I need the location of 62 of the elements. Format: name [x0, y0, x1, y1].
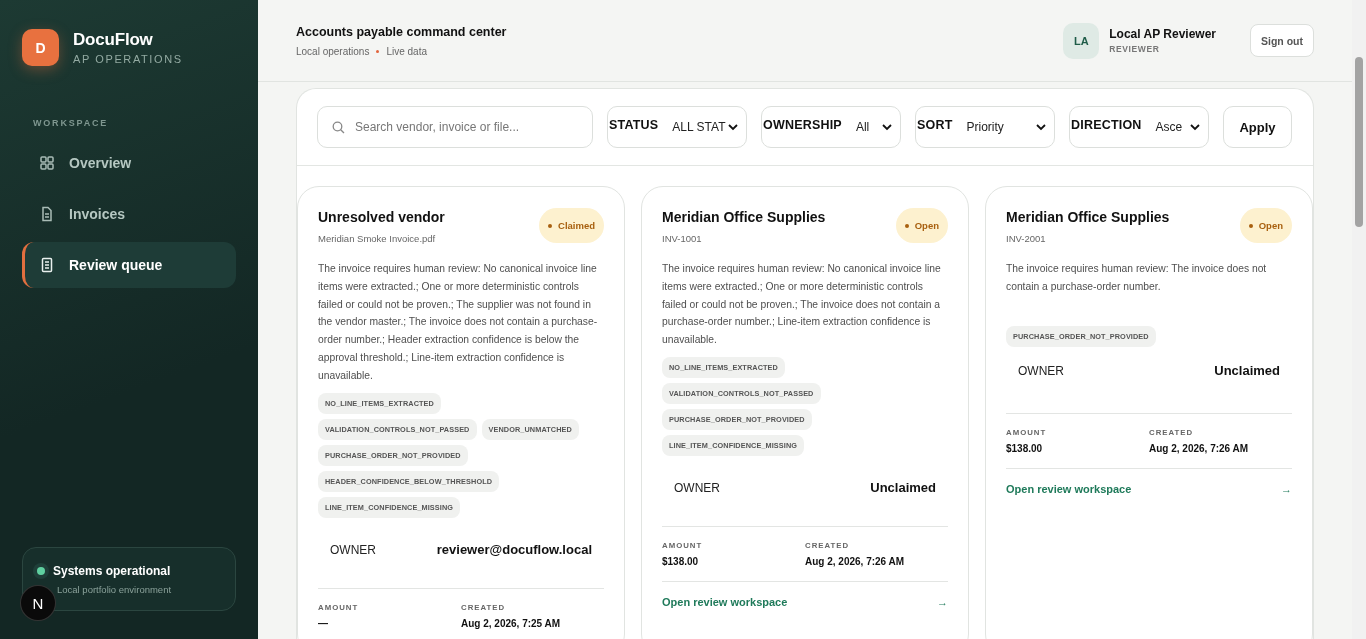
- card-description: The invoice requires human review: The invoice does not contain a purchase-order number.: [1006, 262, 1268, 294]
- chevron-down-icon: [1190, 123, 1200, 131]
- filter-select[interactable]: STATUS ALL STAT: [607, 106, 747, 148]
- filter-select[interactable]: OWNERSHIP All: [761, 106, 901, 148]
- chevron-down-icon: [1036, 123, 1046, 131]
- amount-value: —: [318, 617, 329, 629]
- scrollbar-thumb[interactable]: [1355, 57, 1363, 227]
- card-title: Unresolved vendor: [318, 209, 445, 225]
- sidebar-item[interactable]: Overview: [22, 140, 236, 186]
- owner-label: OWNER: [330, 542, 376, 557]
- document-icon: [39, 206, 55, 222]
- filter-select[interactable]: DIRECTION Asce: [1069, 106, 1209, 148]
- status-dot: [37, 567, 45, 575]
- amount-value: $138.00: [1006, 442, 1044, 454]
- apply-button[interactable]: Apply: [1223, 106, 1292, 148]
- section-label: WORKSPACE: [33, 118, 110, 128]
- user-name: Local AP Reviewer: [1109, 27, 1216, 41]
- search-icon: [332, 120, 345, 134]
- owner-value: reviewer@docuflow.local: [436, 542, 592, 558]
- card-subtitle: INV-1001: [662, 233, 703, 244]
- document-icon: [39, 257, 55, 273]
- sidebar-item[interactable]: Review queue: [22, 242, 236, 288]
- search-placeholder: Search vendor, invoice or file...: [355, 120, 520, 134]
- card-title: Meridian Office Supplies: [662, 209, 826, 225]
- card-subtitle: Meridian Smoke Invoice.pdf: [318, 233, 437, 244]
- created-value: Aug 2, 2026, 7:26 AM: [1149, 442, 1250, 454]
- sign-out-button[interactable]: Sign out: [1250, 24, 1314, 57]
- page-meta: Local operations: [296, 45, 370, 57]
- brand-name: DocuFlow: [73, 30, 154, 50]
- card-title: Meridian Office Supplies: [1006, 209, 1170, 225]
- card-description: The invoice requires human review: No canonical invoice line items were extracted.; One or more deterministic controls failed or could not be proven.; The invoice does not contain a purchase-order number.; Line-item extraction confidence is unavailable.: [662, 262, 942, 348]
- page-meta: Live data: [386, 45, 427, 57]
- amount-value: $138.00: [662, 556, 700, 567]
- page-title: Accounts payable command center: [296, 24, 507, 39]
- created-value: Aug 2, 2026, 7:25 AM: [461, 617, 562, 629]
- status-badge: Open: [895, 208, 948, 243]
- dev-badge[interactable]: N: [21, 586, 55, 620]
- user-avatar: LA: [1063, 22, 1100, 59]
- search-field[interactable]: Search vendor, invoice or file...: [317, 106, 593, 148]
- open-workspace-link[interactable]: Open review workspace →: [662, 582, 948, 622]
- card-description: The invoice requires human review: No canonical invoice line items were extracted.; One or more deterministic controls failed or could not be proven.; The supplier was not found in the vendor master.; The invoice does not contain a purchase-order number.; Header extraction confidence is below the approval threshold.; Line-item extraction confidence is unavailable.: [318, 262, 599, 383]
- separator-dot: [376, 49, 380, 53]
- owner-label: OWNER: [674, 481, 720, 495]
- card-subtitle: INV-2001: [1006, 233, 1047, 244]
- scrollbar[interactable]: [1352, 0, 1366, 639]
- status-badge: Open: [1239, 208, 1292, 243]
- user-role: REVIEWER: [1109, 44, 1161, 54]
- owner-value: Unclaimed: [870, 480, 936, 496]
- created-value: Aug 2, 2026, 7:26 AM: [805, 556, 906, 567]
- owner-label: OWNER: [1018, 363, 1064, 378]
- filter-select[interactable]: SORT Priority: [915, 106, 1055, 148]
- chevron-down-icon: [728, 123, 738, 131]
- owner-value: Unclaimed: [1214, 363, 1280, 379]
- sidebar-item[interactable]: Invoices: [22, 191, 236, 237]
- status-badge: Claimed: [539, 208, 604, 243]
- status-title: Systems operational: [53, 564, 171, 578]
- brand-subtitle: AP OPERATIONS: [73, 53, 183, 65]
- brand-logo: D: [22, 29, 59, 66]
- chevron-down-icon: [882, 123, 892, 131]
- status-subtitle: Local portfolio environment: [57, 584, 173, 595]
- open-workspace-link[interactable]: Open review workspace →: [1006, 468, 1292, 509]
- grid-icon: [39, 155, 55, 171]
